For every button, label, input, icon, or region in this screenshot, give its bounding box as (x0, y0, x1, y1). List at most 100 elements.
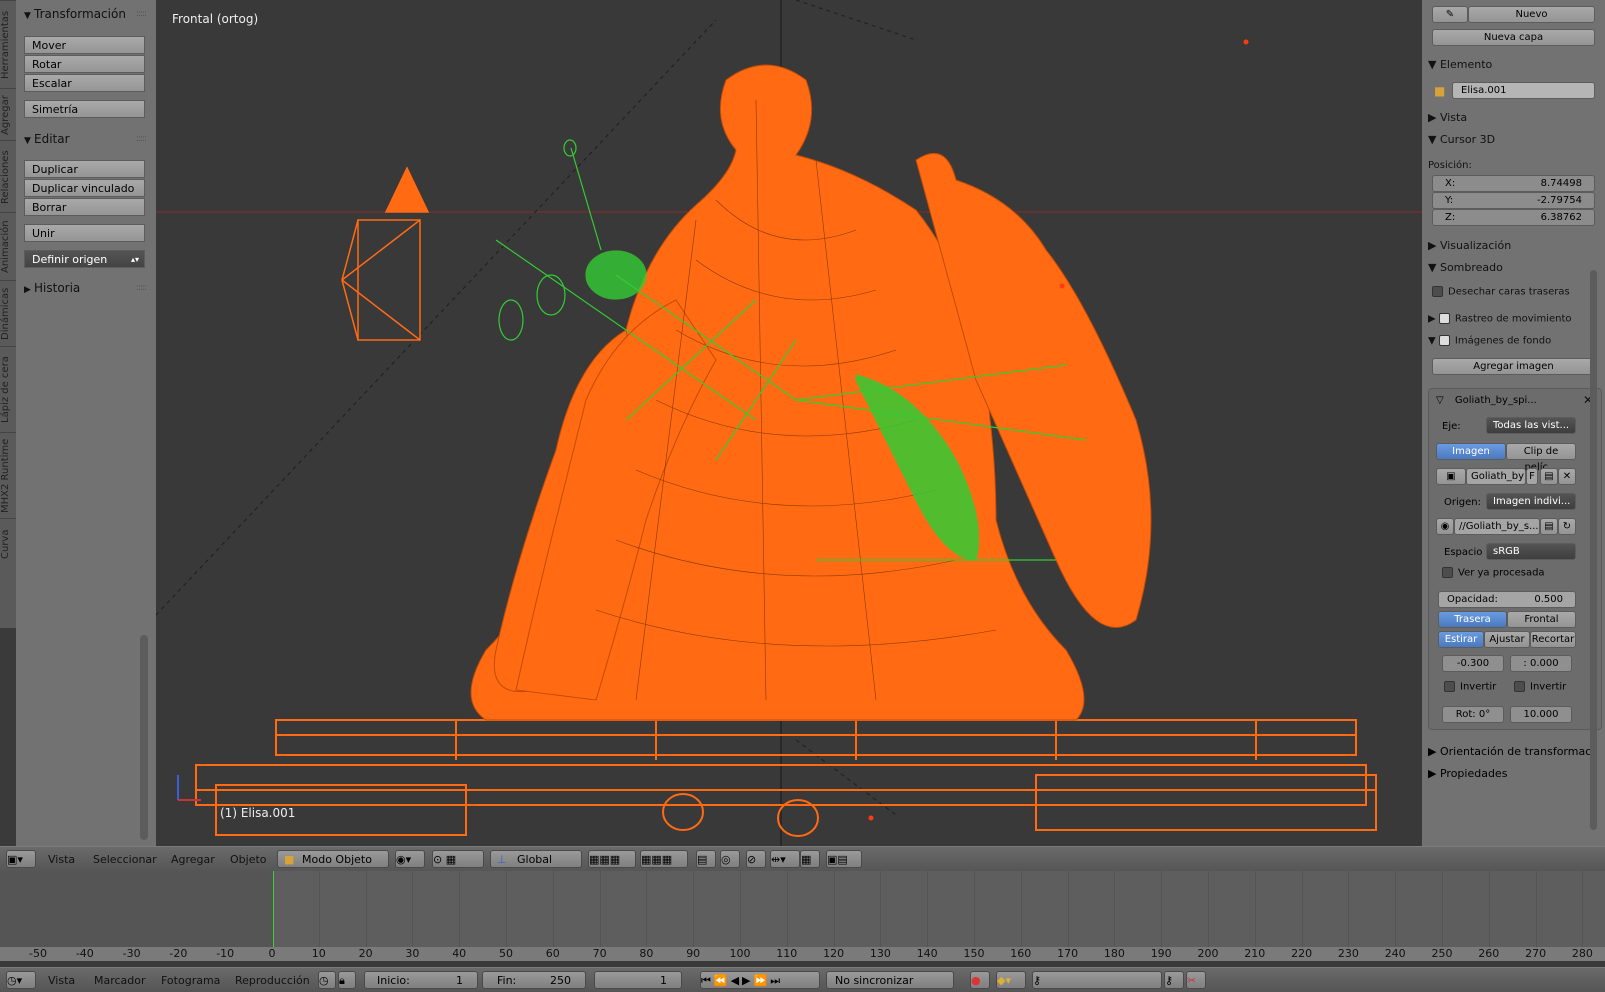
menu-select[interactable]: Seleccionar (93, 853, 157, 866)
properties-scrollbar[interactable] (1590, 270, 1597, 830)
transform-orientation-dropdown[interactable]: ⊥ Global (490, 850, 582, 868)
unlink-icon[interactable]: ✕ (1558, 468, 1576, 485)
filepath-icon[interactable]: ◉ (1436, 518, 1454, 535)
invert-y-checkbox[interactable]: Invertir (1514, 681, 1566, 693)
menu-view[interactable]: Vista (48, 853, 75, 866)
playback-controls[interactable]: ⏮⏪◀▶⏩⏭ (700, 971, 820, 989)
background-images-panel[interactable]: ▼ Imágenes de fondo (1428, 335, 1551, 347)
viewport-shading-icon[interactable]: ◉▾ (395, 850, 425, 868)
frame-ruler[interactable]: -50 -40 -30 -20 -10 0 10 20 30 40 50 60 70 80 90 100 110… (0, 947, 1605, 961)
join-button[interactable]: Unir (24, 224, 145, 242)
tab-herramientas[interactable]: Herramientas (0, 0, 16, 89)
crop-toggle[interactable]: Recortar (1530, 631, 1576, 648)
browse-folder-icon[interactable]: ▤ (1540, 518, 1558, 535)
layers-grid-a[interactable]: ▦▦▦ (588, 850, 636, 868)
display-panel-header[interactable]: ▶ Visualización (1428, 239, 1511, 252)
set-origin-dropdown[interactable]: Definir origen ▴▾ (24, 250, 145, 268)
mode-dropdown[interactable]: ■ Modo Objeto (277, 850, 389, 868)
delete-button[interactable]: Borrar (24, 198, 145, 216)
duplicate-linked-button[interactable]: Duplicar vinculado (24, 179, 145, 197)
motion-tracking-panel[interactable]: ▶ Rastreo de movimiento (1428, 313, 1572, 325)
cursor-x-field[interactable]: X: 8.74498 (1432, 175, 1595, 192)
menu-marker[interactable]: Marcador (94, 974, 146, 987)
menu-playback[interactable]: Reproducción (235, 974, 310, 987)
timeline-editor-icon[interactable]: ◷▾ (6, 971, 36, 989)
editor-type-icon[interactable]: ▣▾ (6, 850, 36, 868)
filepath-field[interactable]: //Goliath_by_s... (1454, 518, 1540, 535)
snap-icon[interactable]: ⊘ (746, 850, 766, 868)
keyframe-type-icon[interactable]: ◆▾ (996, 971, 1026, 989)
tab-mhx2-runtime[interactable]: MHX2 Runtime (0, 432, 16, 519)
stretch-toggle[interactable]: Estirar (1438, 631, 1484, 648)
snap-target-icon[interactable]: ▦ (800, 850, 820, 868)
fake-user-toggle[interactable]: F (1526, 468, 1538, 485)
grease-pencil-icon[interactable]: ✎ (1432, 6, 1468, 23)
insert-keyframe-icon[interactable]: ⚷ (1164, 971, 1184, 989)
duplicate-button[interactable]: Duplicar (24, 160, 145, 178)
3d-viewport[interactable]: Frontal (ortog) (1) Elisa.001 (156, 0, 1422, 846)
tab-relaciones[interactable]: Relaciones (0, 140, 16, 213)
invert-x-checkbox[interactable]: Invertir (1444, 681, 1496, 693)
layers-grid-b[interactable]: ▦▦▦ (640, 850, 688, 868)
delete-keyframe-icon[interactable]: ✂ (1186, 971, 1206, 989)
opacity-slider[interactable]: Opacidad: 0.500 (1438, 591, 1576, 608)
move-button[interactable]: Mover (24, 36, 145, 54)
bg-image-header[interactable]: ▽ Goliath_by_spi... (1436, 395, 1537, 406)
offset-x-field[interactable]: -0.300 (1442, 655, 1504, 672)
movie-clip-tab[interactable]: Clip de pelíc... (1506, 443, 1576, 473)
new-button[interactable]: Nuevo (1468, 6, 1595, 23)
lock-icon[interactable]: 🔒︎ (338, 971, 356, 989)
tab-agregar[interactable]: Agregar (0, 88, 16, 141)
backface-culling-checkbox[interactable]: Desechar caras traseras (1432, 286, 1570, 298)
shading-panel-header[interactable]: ▼ Sombreado (1428, 261, 1503, 274)
current-frame-field[interactable]: 1 (594, 971, 682, 989)
tab-lapiz-de-cera[interactable]: Lápiz de cera (0, 346, 16, 433)
start-frame-field[interactable]: Inicio: 1 (364, 971, 478, 989)
color-space-dropdown[interactable]: sRGB (1486, 543, 1576, 560)
toolshelf-scrollbar[interactable] (140, 635, 148, 840)
add-image-button[interactable]: Agregar imagen (1432, 358, 1595, 375)
render-icon[interactable]: ▣▤ (826, 850, 862, 868)
new-layer-button[interactable]: Nueva capa (1432, 29, 1595, 46)
history-panel-header[interactable]: ▶ Historia (24, 281, 80, 295)
menu-object[interactable]: Objeto (230, 853, 267, 866)
reload-icon[interactable]: ↻ (1558, 518, 1576, 535)
open-folder-icon[interactable]: ▤ (1540, 468, 1558, 485)
proportional-edit-icon[interactable]: ◎ (720, 850, 740, 868)
menu-frame[interactable]: Fotograma (161, 974, 220, 987)
pivot-point-icon[interactable]: ⊙ ▦ (432, 850, 484, 868)
properties-subpanel-header[interactable]: ▶ Propiedades (1428, 767, 1507, 780)
sync-dropdown[interactable]: No sincronizar (826, 971, 954, 989)
timeline-area[interactable] (0, 871, 1605, 953)
image-name-field[interactable]: Goliath_by (1466, 468, 1526, 485)
cursor3d-panel-header[interactable]: ▼ Cursor 3D (1428, 133, 1495, 146)
size-field[interactable]: 10.000 (1510, 706, 1572, 723)
tab-curva[interactable]: Curva (0, 518, 16, 569)
image-tab[interactable]: Imagen (1436, 443, 1506, 460)
source-dropdown[interactable]: Imagen indivi... (1486, 493, 1576, 510)
edit-panel-header[interactable]: ▼ Editar (24, 132, 70, 146)
cursor-z-field[interactable]: Z: 6.38762 (1432, 209, 1595, 226)
preview-range-icon[interactable]: ◷ (318, 971, 336, 989)
fit-toggle[interactable]: Ajustar (1484, 631, 1530, 648)
back-toggle[interactable]: Trasera (1438, 611, 1507, 628)
view-processed-checkbox[interactable]: Ver ya procesada (1442, 567, 1545, 579)
scale-button[interactable]: Escalar (24, 74, 145, 92)
transform-orientation-panel-header[interactable]: ▶ Orientación de transformaci (1428, 745, 1594, 758)
rotation-field[interactable]: Rot: 0° (1442, 706, 1504, 723)
tab-dinamicas[interactable]: Dinámicas (0, 280, 16, 347)
keying-set-field[interactable]: ⚷ (1032, 971, 1162, 989)
snap-element-icon[interactable]: ⇹▾ (770, 850, 800, 868)
offset-y-field[interactable]: : 0.000 (1510, 655, 1572, 672)
element-panel-header[interactable]: ▼ Elemento (1428, 58, 1492, 71)
menu-timeline-view[interactable]: Vista (48, 974, 75, 987)
rotate-button[interactable]: Rotar (24, 55, 145, 73)
drag-grip-icon[interactable]: ::::: (136, 283, 147, 293)
image-browse-icon[interactable]: ▣ (1436, 468, 1466, 485)
end-frame-field[interactable]: Fin: 250 (482, 971, 586, 989)
mirror-button[interactable]: Simetría (24, 100, 145, 118)
axis-dropdown[interactable]: Todas las vist... (1486, 417, 1576, 434)
drag-grip-icon[interactable]: ::::: (136, 134, 147, 144)
cursor-y-field[interactable]: Y: -2.79754 (1432, 192, 1595, 209)
lock-layers-icon[interactable]: ▤ (696, 850, 716, 868)
